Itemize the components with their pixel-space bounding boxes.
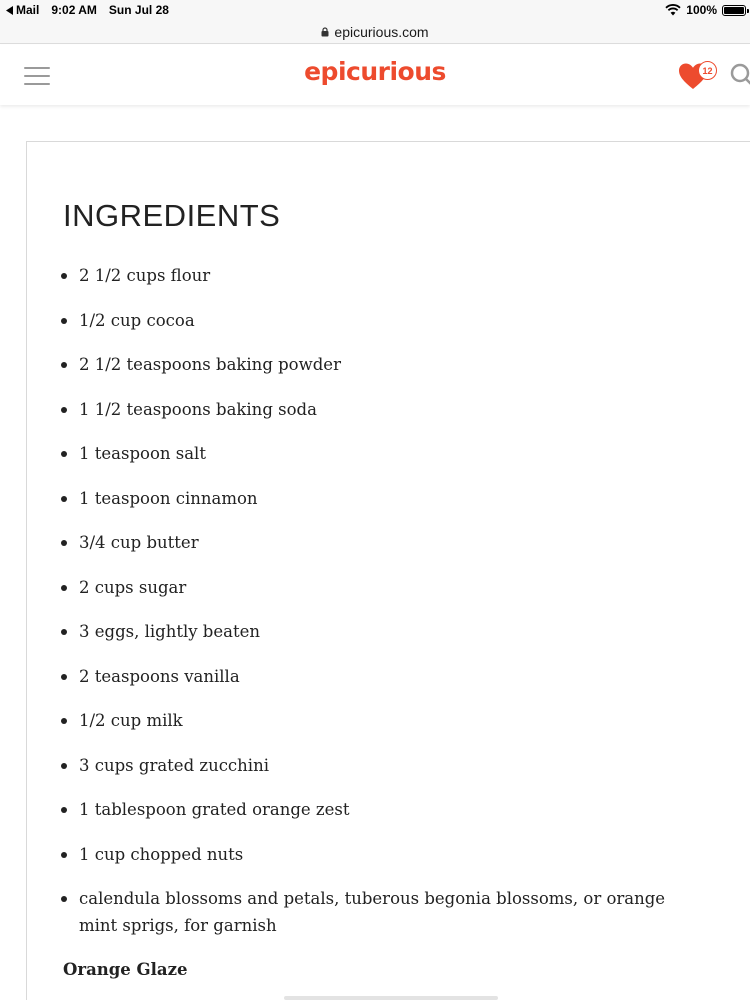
ingredient-item: 2 teaspoons vanilla (61, 663, 701, 690)
ingredient-item: calendula blossoms and petals, tuberous … (61, 885, 701, 939)
ingredients-card: INGREDIENTS 2 1/2 cups flour 1/2 cup coco… (26, 141, 750, 1000)
site-logo[interactable]: epicurious (0, 57, 750, 86)
back-to-app-button[interactable]: Mail (6, 3, 39, 17)
lock-icon (321, 26, 329, 36)
status-right: 100% (665, 3, 749, 17)
ingredient-item: 1/2 cup cocoa (61, 307, 701, 334)
ingredient-item: 1/2 cup milk (61, 707, 701, 734)
search-icon[interactable] (728, 61, 750, 91)
url-domain[interactable]: epicurious.com (334, 24, 428, 40)
favorites-count-badge: 12 (698, 61, 717, 80)
status-time: 9:02 AM (51, 3, 97, 17)
ingredient-item: 2 1/2 teaspoons baking powder (61, 351, 701, 378)
ingredient-item: 3 cups grated zucchini (61, 752, 701, 779)
site-header: epicurious 12 (0, 45, 750, 105)
ingredient-item: 2 cups sugar (61, 574, 701, 601)
ingredient-item: 3/4 cup butter (61, 529, 701, 556)
ingredient-item: 1 teaspoon cinnamon (61, 485, 701, 512)
favorites-button[interactable]: 12 (678, 59, 718, 91)
battery-icon (722, 4, 749, 16)
ingredient-item: 3 eggs, lightly beaten (61, 618, 701, 645)
ingredient-item: 1 teaspoon salt (61, 440, 701, 467)
ingredient-item: 1 1/2 teaspoons baking soda (61, 396, 701, 423)
home-indicator[interactable] (284, 996, 498, 1000)
status-bar: Mail 9:02 AM Sun Jul 28 100% (0, 0, 750, 20)
ingredients-list: 2 1/2 cups flour 1/2 cup cocoa 2 1/2 teasp… (61, 262, 701, 957)
ingredient-item: 1 tablespoon grated orange zest (61, 796, 701, 823)
url-bar[interactable]: epicurious.com (0, 20, 750, 44)
status-left: Mail 9:02 AM Sun Jul 28 (6, 3, 169, 17)
ingredient-item: 1 cup chopped nuts (61, 841, 701, 868)
back-app-label: Mail (16, 3, 40, 17)
status-date: Sun Jul 28 (108, 3, 169, 17)
ingredient-item: 2 1/2 cups flour (61, 262, 701, 289)
battery-percent: 100% (686, 3, 717, 17)
wifi-icon (665, 4, 681, 16)
ingredients-heading: INGREDIENTS (63, 198, 281, 233)
battery-fill (724, 6, 744, 14)
orange-glaze-subheading: Orange Glaze (63, 960, 188, 979)
back-triangle-icon (6, 5, 13, 15)
